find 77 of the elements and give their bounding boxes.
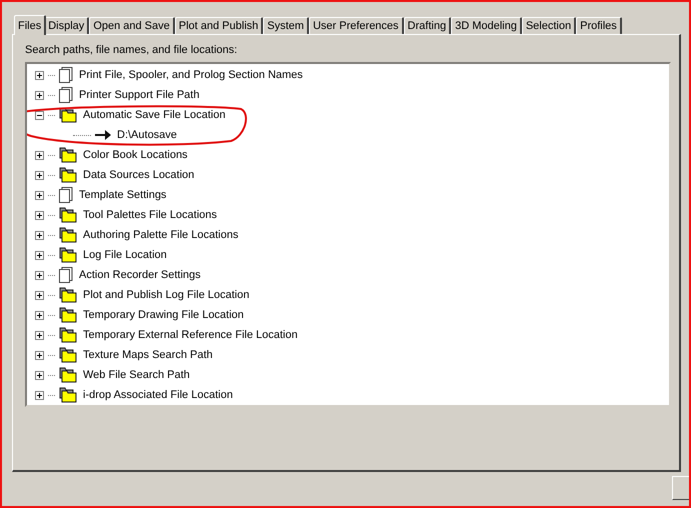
folders-icon: [59, 307, 77, 323]
expand-toggle[interactable]: [35, 370, 44, 380]
folders-icon: [59, 167, 77, 183]
plus-icon: [36, 312, 43, 318]
document-icon: [59, 67, 73, 83]
tree-item[interactable]: D:\Autosave: [117, 129, 177, 141]
expand-toggle[interactable]: [35, 350, 44, 360]
expand-toggle[interactable]: [35, 270, 44, 280]
document-icon: [59, 267, 73, 283]
expand-toggle[interactable]: [35, 70, 44, 80]
expand-toggle[interactable]: [35, 310, 44, 320]
plus-icon: [36, 292, 43, 298]
folders-icon: [59, 227, 77, 243]
plus-icon: [36, 212, 43, 218]
tab[interactable]: Open and Save: [89, 17, 175, 34]
tree-item[interactable]: Data Sources Location: [83, 169, 194, 181]
arrow-icon: [95, 129, 111, 141]
expand-toggle[interactable]: [35, 90, 44, 100]
folders-icon: [59, 247, 77, 263]
expand-toggle[interactable]: [35, 290, 44, 300]
tree-item[interactable]: Print File, Spooler, and Prolog Section Names: [79, 69, 303, 81]
folders-icon: [59, 347, 77, 363]
tree-item[interactable]: Printer Support File Path: [79, 89, 200, 101]
tree-item[interactable]: Template Settings: [79, 189, 166, 201]
dialog-button[interactable]: [672, 476, 689, 500]
tab[interactable]: Files: [14, 15, 46, 35]
tab[interactable]: Plot and Publish: [174, 17, 264, 34]
expand-toggle[interactable]: [35, 210, 44, 220]
folders-icon: [59, 327, 77, 343]
folders-icon: [59, 287, 77, 303]
tab[interactable]: Drafting: [404, 17, 452, 34]
tree-label: Search paths, file names, and file locations:: [25, 44, 238, 56]
plus-icon: [36, 192, 43, 198]
plus-icon: [36, 372, 43, 378]
tree-item[interactable]: Tool Palettes File Locations: [83, 209, 217, 221]
plus-icon: [36, 72, 43, 78]
plus-icon: [36, 152, 43, 158]
plus-icon: [36, 272, 43, 278]
document-icon: [59, 87, 73, 103]
plus-icon: [36, 232, 43, 238]
plus-icon: [36, 332, 43, 338]
tab[interactable]: System: [263, 17, 309, 34]
plus-icon: [36, 172, 43, 178]
folders-icon: [59, 147, 77, 163]
plus-icon: [36, 392, 43, 398]
tree-item[interactable]: Color Book Locations: [83, 149, 188, 161]
plus-icon: [36, 352, 43, 358]
tree-item[interactable]: Texture Maps Search Path: [83, 349, 213, 361]
tab[interactable]: 3D Modeling: [451, 17, 522, 34]
folders-icon: [59, 107, 77, 123]
expand-toggle[interactable]: [35, 170, 44, 180]
tree-item[interactable]: Temporary Drawing File Location: [83, 309, 244, 321]
tree-item[interactable]: Web File Search Path: [83, 369, 190, 381]
expand-toggle[interactable]: [35, 190, 44, 200]
tree-item[interactable]: Authoring Palette File Locations: [83, 229, 238, 241]
tab[interactable]: Display: [44, 17, 90, 34]
folders-icon: [59, 387, 77, 403]
expand-toggle[interactable]: [35, 250, 44, 260]
plus-icon: [36, 252, 43, 258]
tree-item[interactable]: Automatic Save File Location: [83, 109, 226, 121]
collapse-toggle[interactable]: [35, 110, 44, 120]
tree-item[interactable]: Action Recorder Settings: [79, 269, 201, 281]
tab[interactable]: Selection: [522, 17, 576, 34]
document-icon: [59, 187, 73, 203]
tab[interactable]: User Preferences: [308, 17, 404, 34]
tab[interactable]: Profiles: [576, 17, 622, 34]
plus-icon: [36, 92, 43, 98]
expand-toggle[interactable]: [35, 230, 44, 240]
tree-item[interactable]: Plot and Publish Log File Location: [83, 289, 250, 301]
tree-item[interactable]: Log File Location: [83, 249, 167, 261]
expand-toggle[interactable]: [35, 150, 44, 160]
folders-icon: [59, 207, 77, 223]
folders-icon: [59, 367, 77, 383]
expand-toggle[interactable]: [35, 330, 44, 340]
tree-item[interactable]: i-drop Associated File Location: [83, 389, 233, 401]
tree-item[interactable]: Temporary External Reference File Location: [83, 329, 298, 341]
expand-toggle[interactable]: [35, 390, 44, 400]
